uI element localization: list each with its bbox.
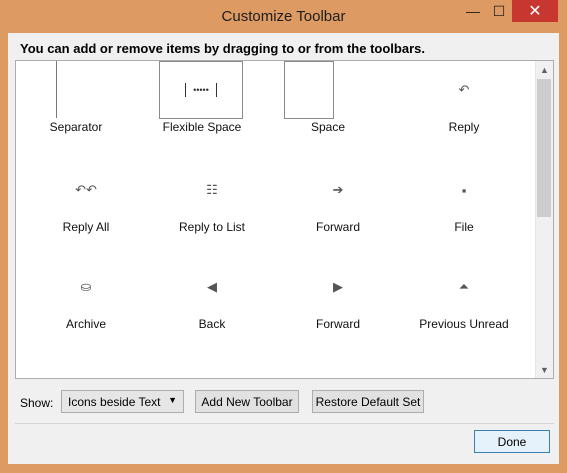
item-label: Forward [315,220,360,234]
palette-item-reply-all[interactable]: ↶↶ Reply All [26,161,146,251]
palette-item-archive[interactable]: ⛀ Archive [26,258,146,348]
palette-item-space[interactable]: Space [268,61,388,151]
palette-item-separator[interactable]: Separator [16,61,136,151]
palette-item-forward[interactable]: ➔ Forward [278,161,398,251]
reply-to-list-icon: ☷ [206,182,218,197]
title-bar[interactable]: Customize Toolbar — ☐ ✕ [0,0,567,34]
palette-item-previous-unread[interactable]: ⏶ Previous Unread [404,258,524,348]
palette-scrollbar[interactable]: ▲ ▼ [535,61,553,378]
show-mode-select[interactable]: Icons beside Text ▼ [61,390,184,413]
palette-item-file[interactable]: ▪ File [404,161,524,251]
chevron-down-icon: ▼ [168,395,177,405]
show-label: Show: [20,396,54,410]
palette-item-flexible-space[interactable]: Flexible Space ••••• [142,61,262,151]
palette-item-reply[interactable]: ↶ Reply [404,61,524,151]
archive-icon: ⛀ [80,279,92,294]
flexible-space-icon[interactable]: ••••• [159,61,243,119]
item-label: Archive [65,317,106,331]
flexible-space-arrows-icon: ••••• [185,83,217,97]
scrollbar-thumb[interactable] [537,79,551,217]
item-label: Separator [49,120,103,134]
forward-icon: ▶ [333,279,343,294]
item-label: Reply All [62,220,110,234]
toolbar-item-palette: Separator Flexible Space ••••• Space ↶ R… [15,60,554,379]
add-new-toolbar-button[interactable]: Add New Toolbar [195,390,299,413]
footer-divider [15,423,554,424]
separator-icon [56,61,57,118]
restore-default-set-button[interactable]: Restore Default Set [312,390,424,413]
palette-item-forward-nav[interactable]: ▶ Forward [278,258,398,348]
scroll-down-icon[interactable]: ▼ [536,361,553,378]
previous-unread-icon: ⏶ [458,279,470,294]
item-label: Previous Unread [419,317,509,331]
space-icon [284,61,334,119]
reply-arrow-icon: ↶ [458,82,470,97]
item-label: Back [198,317,226,331]
palette-item-back[interactable]: ◀ Back [152,258,272,348]
item-label: Reply [448,120,480,134]
done-button[interactable]: Done [474,430,550,453]
forward-arrow-icon: ➔ [332,182,344,197]
item-label: Flexible Space [162,120,242,134]
maximize-button[interactable]: ☐ [486,0,512,22]
dialog-body: You can add or remove items by dragging … [8,33,559,464]
file-icon: ▪ [461,182,467,198]
item-label: File [454,220,474,234]
item-label: Forward [315,317,360,331]
customize-toolbar-window: Customize Toolbar — ☐ ✕ You can add or r… [0,0,567,473]
close-button[interactable]: ✕ [512,0,558,22]
item-label: Space [310,120,346,134]
minimize-button[interactable]: — [460,0,486,22]
instructions-text: You can add or remove items by dragging … [20,41,425,56]
back-icon: ◀ [207,279,217,294]
item-label: Reply to List [178,220,246,234]
scroll-up-icon[interactable]: ▲ [536,61,553,78]
show-mode-value: Icons beside Text [68,395,161,409]
reply-all-icon: ↶↶ [75,182,97,197]
palette-item-reply-to-list[interactable]: ☷ Reply to List [152,161,272,251]
